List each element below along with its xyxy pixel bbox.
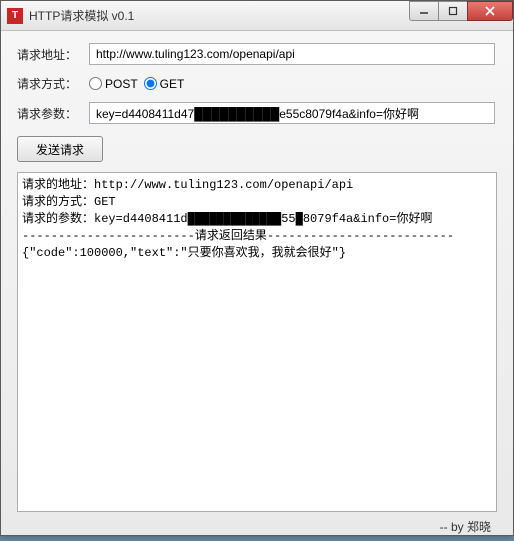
output-response: {"code":100000,"text":"只要你喜欢我，我就会很好"} (22, 246, 346, 260)
method-label: 请求方式： (9, 75, 89, 92)
row-params: 请求参数： (9, 102, 505, 124)
radio-get-label[interactable]: GET (144, 77, 185, 91)
output-line-url: 请求的地址：http://www.tuling123.com/openapi/a… (22, 178, 353, 192)
url-label: 请求地址： (9, 46, 89, 63)
params-label: 请求参数： (9, 105, 89, 122)
maximize-button[interactable] (438, 1, 468, 21)
radio-get-text: GET (160, 77, 185, 91)
window-controls (410, 1, 513, 21)
client-area: 请求地址： 请求方式： POST GET 请求参数： 发送请求 请求的地址：ht… (1, 31, 513, 541)
titlebar[interactable]: T HTTP请求模拟 v0.1 (1, 1, 513, 31)
radio-post-label[interactable]: POST (89, 77, 138, 91)
window-title: HTTP请求模拟 v0.1 (29, 7, 410, 24)
app-icon: T (7, 8, 23, 24)
row-url: 请求地址： (9, 43, 505, 65)
close-button[interactable] (467, 1, 513, 21)
send-button[interactable]: 发送请求 (17, 136, 103, 162)
app-window: T HTTP请求模拟 v0.1 请求地址： 请求方式： POST (0, 0, 514, 536)
output-line-params: 请求的参数：key=d4408411d█████████████55█8079f… (22, 212, 432, 226)
output-line-method: 请求的方式：GET (22, 195, 116, 209)
minimize-button[interactable] (409, 1, 439, 21)
output-textarea[interactable]: 请求的地址：http://www.tuling123.com/openapi/a… (17, 172, 497, 512)
row-method: 请求方式： POST GET (9, 75, 505, 92)
radio-post-text: POST (105, 77, 138, 91)
radio-get[interactable] (144, 77, 157, 90)
method-radio-group: POST GET (89, 77, 184, 91)
output-divider: ------------------------请求返回结果----------… (22, 229, 454, 243)
params-input[interactable] (89, 102, 495, 124)
radio-post[interactable] (89, 77, 102, 90)
footer-credit: -- by 郑晓 (9, 512, 505, 535)
url-input[interactable] (89, 43, 495, 65)
